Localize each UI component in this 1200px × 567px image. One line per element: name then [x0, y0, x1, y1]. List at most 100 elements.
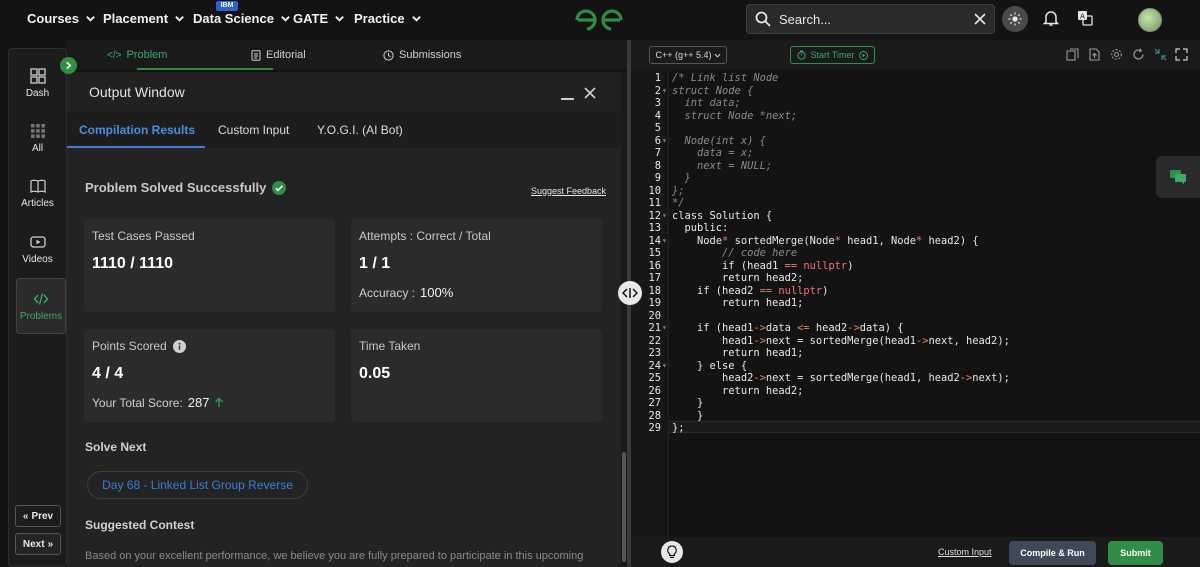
solve-next-link[interactable]: Day 68 - Linked List Group Reverse	[87, 471, 308, 499]
line-number: 28	[648, 409, 661, 422]
fold-toggle-icon[interactable]: ▾	[662, 360, 667, 373]
chevron-down-icon	[335, 16, 344, 22]
theme-toggle-button[interactable]	[1002, 6, 1028, 32]
nav-gate[interactable]: GATE	[293, 11, 345, 26]
code-line[interactable]: 18 if (head2 == nullptr)	[631, 285, 1200, 298]
collapse-sidebar-button[interactable]	[60, 57, 77, 74]
code-line[interactable]: 16 if (head1 == nullptr)	[631, 260, 1200, 273]
compile-run-button[interactable]: Compile & Run	[1009, 541, 1096, 565]
line-number: 19	[648, 297, 661, 309]
fullscreen-icon[interactable]	[1175, 48, 1188, 61]
rail-item-problems[interactable]: Problems	[16, 278, 66, 334]
line-number: 3	[654, 97, 661, 109]
rail-item-videos[interactable]: Videos	[9, 223, 66, 275]
tab-editorial[interactable]: Editorial	[251, 40, 306, 70]
nav-practice[interactable]: Practice	[354, 11, 422, 26]
code-editor[interactable]: 1/* Link list Node 2 ▾ struct Node {3 int d…	[631, 70, 1200, 537]
nav-courses[interactable]: Courses	[27, 11, 96, 26]
code-line[interactable]: 9 }	[631, 172, 1200, 185]
search-icon	[755, 11, 771, 27]
hint-button[interactable]	[661, 541, 683, 563]
fold-toggle-icon[interactable]: ▾	[662, 235, 667, 248]
avatar[interactable]	[1138, 8, 1162, 32]
code-line[interactable]: 17 return head2;	[631, 272, 1200, 285]
gear-icon[interactable]	[1110, 48, 1123, 61]
fold-toggle-icon[interactable]: ▾	[662, 85, 667, 98]
code-line[interactable]: 4 struct Node *next;	[631, 110, 1200, 123]
search-input[interactable]	[779, 11, 966, 27]
code-line[interactable]: 29};	[631, 422, 1200, 435]
translate-icon[interactable]: A	[1077, 10, 1093, 26]
code-line[interactable]: 22 head1->next = sortedMerge(head1->next…	[631, 335, 1200, 348]
code-line[interactable]: 13 public:	[631, 222, 1200, 235]
line-number: 24	[648, 359, 661, 372]
code-line[interactable]: 26 return head2;	[631, 385, 1200, 398]
line-number: 14	[648, 234, 661, 247]
rail-item-articles[interactable]: Articles	[9, 167, 66, 219]
custom-input-link[interactable]: Custom Input	[938, 547, 992, 557]
chat-button[interactable]	[1156, 156, 1200, 198]
nav-placement[interactable]: Placement	[103, 11, 185, 26]
code-line[interactable]: 14 ▾ Node* sortedMerge(Node* head1, Node*…	[631, 235, 1200, 248]
code-line[interactable]: 19 return head1;	[631, 297, 1200, 310]
code-line[interactable]: 10};	[631, 185, 1200, 198]
search-box[interactable]	[746, 4, 995, 34]
code-line[interactable]: 24 ▾ } else {	[631, 360, 1200, 373]
code-text: if (head1 == nullptr)	[672, 259, 854, 272]
upload-file-icon[interactable]	[1088, 48, 1101, 61]
nav-data-science[interactable]: Data Science	[193, 11, 291, 26]
code-line[interactable]: 5	[631, 122, 1200, 135]
close-icon[interactable]	[974, 13, 986, 25]
minimize-icon[interactable]	[561, 98, 574, 100]
code-line[interactable]: 25 head2->next = sortedMerge(head1, head…	[631, 372, 1200, 385]
info-icon[interactable]	[172, 339, 186, 353]
rail-item-dash[interactable]: Dash	[9, 57, 66, 109]
code-line[interactable]: 20	[631, 310, 1200, 323]
submit-button[interactable]: Submit	[1108, 541, 1163, 565]
collapse-icon[interactable]	[1154, 48, 1167, 61]
tab-problem[interactable]: </> Problem	[107, 40, 167, 70]
bell-icon[interactable]	[1042, 9, 1060, 27]
tab-compilation-results[interactable]: Compilation Results	[79, 123, 195, 137]
sun-icon	[1008, 12, 1022, 26]
code-line[interactable]: 21 ▾ if (head1->data <= head2->data) {	[631, 322, 1200, 335]
start-timer-button[interactable]: Start Timer	[790, 46, 875, 64]
rail-item-all[interactable]: All	[9, 112, 66, 164]
copy-icon[interactable]	[1066, 48, 1079, 61]
tab-yogi-ai-bot[interactable]: Y.O.G.I. (AI Bot)	[317, 123, 403, 137]
reset-icon[interactable]	[1132, 48, 1145, 61]
chevron-down-icon	[714, 53, 721, 58]
scrollbar-thumb[interactable]	[622, 452, 626, 562]
code-line[interactable]: 6 ▾ Node(int x) {	[631, 135, 1200, 148]
fold-toggle-icon[interactable]: ▾	[662, 210, 667, 223]
rail-label: Articles	[21, 197, 54, 209]
line-number: 7	[654, 147, 661, 159]
code-line[interactable]: 15 // code here	[631, 247, 1200, 260]
tab-submissions[interactable]: Submissions	[383, 40, 461, 70]
code-text: class Solution {	[672, 209, 773, 222]
code-line[interactable]: 2 ▾ struct Node {	[631, 85, 1200, 98]
resize-handle-icon[interactable]	[618, 281, 642, 305]
code-line[interactable]: 7 data = x;	[631, 147, 1200, 160]
language-select[interactable]: C++ (g++ 5.4)	[649, 46, 727, 64]
tab-custom-input[interactable]: Custom Input	[218, 123, 289, 137]
code-line[interactable]: 1 /* Link list Node	[631, 72, 1200, 85]
code-line[interactable]: 12 ▾ class Solution {	[631, 210, 1200, 223]
code-line[interactable]: 3 int data;	[631, 97, 1200, 110]
play-icon	[858, 50, 868, 60]
code-line[interactable]: 8 next = NULL;	[631, 160, 1200, 173]
next-button[interactable]: Next »	[15, 533, 61, 555]
code-text: // code here	[672, 247, 798, 259]
line-number: 8	[654, 159, 661, 172]
suggest-feedback-link[interactable]: Suggest Feedback	[531, 186, 606, 196]
code-line[interactable]: 11 */	[631, 197, 1200, 210]
code-line[interactable]: 23 return head1;	[631, 347, 1200, 360]
chevron-down-icon	[175, 16, 184, 22]
close-icon[interactable]	[584, 87, 596, 99]
gfg-logo-icon[interactable]	[574, 7, 624, 33]
fold-toggle-icon[interactable]: ▾	[662, 135, 667, 148]
code-line[interactable]: 27 }	[631, 397, 1200, 410]
prev-button[interactable]: « Prev	[15, 505, 61, 527]
code-line[interactable]: 28 }	[631, 410, 1200, 423]
fold-toggle-icon[interactable]: ▾	[662, 322, 667, 335]
